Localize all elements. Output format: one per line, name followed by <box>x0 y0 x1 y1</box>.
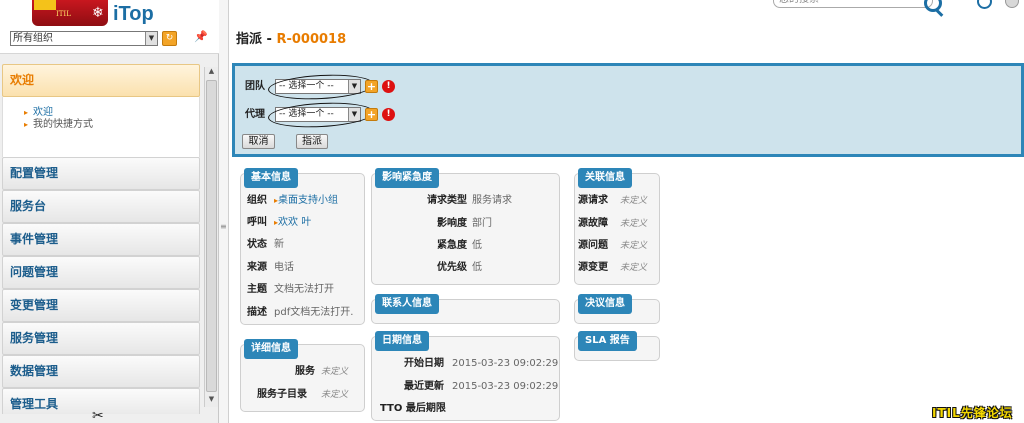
scroll-up-icon[interactable]: ▲ <box>205 67 218 79</box>
highlight-circle <box>267 72 375 102</box>
scroll-down-icon[interactable]: ▼ <box>205 395 218 407</box>
search-input[interactable]: 您的搜索 <box>773 0 933 8</box>
menu-item-welcome[interactable]: 欢迎 <box>24 107 199 119</box>
required-warning-icon: ! <box>382 80 395 93</box>
impact-header: 影响紧急度 <box>375 168 439 188</box>
grip-icon[interactable]: ≡ <box>220 222 227 231</box>
field-org: 组织桌面支持小组 <box>247 194 338 208</box>
logo-area: ITIL ❄ iTop <box>0 0 219 28</box>
org-select[interactable]: 所有组织 ▼ <box>10 31 158 46</box>
menu-config[interactable]: 配置管理 <box>2 157 200 190</box>
org-selector-row: 所有组织 ▼ ↻ 📌 <box>0 28 219 54</box>
field-origin: 来源 电话 <box>247 262 294 273</box>
forum-logo: ITIL ❄ <box>32 0 108 26</box>
sla-box: SLA 报告 <box>574 331 660 361</box>
pin-icon[interactable]: 📌 <box>193 30 209 46</box>
field-priority: 优先级低 <box>437 262 482 273</box>
field-subcategory: 服务子目录 未定义 <box>257 389 349 400</box>
welcome-submenu: 欢迎 我的快捷方式 <box>2 97 200 157</box>
highlight-circle <box>267 100 375 130</box>
menu-item-shortcuts[interactable]: 我的快捷方式 <box>24 119 199 131</box>
field-start-date: 开始日期 2015-03-23 09:02:29 <box>404 358 559 369</box>
user-icon[interactable] <box>1005 0 1019 8</box>
field-title: 主题 文档无法打开 <box>247 284 334 295</box>
resolution-box: 决议信息 <box>574 294 660 324</box>
menu-change[interactable]: 变更管理 <box>2 289 200 322</box>
related-box: 关联信息 源请求 未定义 源故障 未定义 源问题 未定义 源变更 未定义 <box>574 168 660 285</box>
refresh-icon[interactable]: ↻ <box>162 31 177 46</box>
page-title: 指派 - R-000018 <box>236 28 346 47</box>
field-urgency: 紧急度低 <box>437 240 482 251</box>
basic-info-header: 基本信息 <box>244 168 298 188</box>
dispatch-button[interactable]: 指派 <box>296 134 328 149</box>
org-select-value: 所有组织 <box>13 33 53 44</box>
agent-label: 代理 <box>245 109 265 120</box>
menu-data[interactable]: 数据管理 <box>2 355 200 388</box>
field-source-incident: 源故障 未定义 <box>578 218 648 229</box>
dates-box: 日期信息 开始日期 2015-03-23 09:02:29 最近更新 2015-03… <box>371 331 560 421</box>
chevron-down-icon[interactable]: ▼ <box>145 32 157 45</box>
field-tto-deadline: TTO 最后期限 <box>380 403 446 414</box>
menu-welcome[interactable]: 欢迎 <box>2 64 200 97</box>
sla-header: SLA 报告 <box>578 331 637 351</box>
impact-box: 影响紧急度 请求类型 服务请求 影响度 部门 紧急度低 优先级低 <box>371 168 560 285</box>
field-source-problem: 源问题 未定义 <box>578 240 648 251</box>
help-icon[interactable] <box>977 0 992 9</box>
contacts-box: 联系人信息 <box>371 294 560 324</box>
field-service: 服务 未定义 <box>295 366 349 377</box>
field-status: 状态新 <box>247 239 284 250</box>
bottom-logo-icon: ✂ <box>92 408 104 423</box>
menu-service[interactable]: 服务管理 <box>2 322 200 355</box>
menu-incident[interactable]: 事件管理 <box>2 223 200 256</box>
detail-info-box: 详细信息 服务 未定义 服务子目录 未定义 <box>240 339 365 412</box>
menu-problem[interactable]: 问题管理 <box>2 256 200 289</box>
field-last-update: 最近更新 2015-03-23 09:02:29 <box>404 381 559 392</box>
field-impact: 影响度 部门 <box>437 218 492 229</box>
dates-header: 日期信息 <box>375 331 429 351</box>
field-request-type: 请求类型 服务请求 <box>427 195 512 206</box>
add-agent-icon[interactable]: + <box>365 108 378 121</box>
dispatch-form: 团队 -- 选择一个 -- ▼ + ! 代理 -- 选择一个 -- ▼ + ! … <box>232 63 1024 157</box>
left-pane: ITIL❄ iTop 所有组织 ▼ ↻ 📌 欢迎 欢迎 我的快捷方式 配置管理 … <box>0 0 219 423</box>
related-header: 关联信息 <box>578 168 632 188</box>
watermark: ITIL先锋论坛 <box>932 406 1013 420</box>
menu-scrollbar[interactable]: ▲ ▼ <box>204 67 218 407</box>
main-menu: 欢迎 欢迎 我的快捷方式 配置管理 服务台 事件管理 问题管理 变更管理 服务管… <box>0 64 202 414</box>
team-label: 团队 <box>245 81 265 92</box>
field-source-change: 源变更 未定义 <box>578 262 648 273</box>
team-field: 团队 -- 选择一个 -- ▼ + ! <box>245 72 395 102</box>
page-title-prefix: 指派 - <box>236 32 277 47</box>
itop-logo: iTop <box>113 3 154 25</box>
field-description: 描述 pdf文档无法打开. <box>247 307 354 318</box>
detail-info-header: 详细信息 <box>244 339 298 359</box>
scroll-thumb[interactable] <box>206 80 217 392</box>
agent-field: 代理 -- 选择一个 -- ▼ + ! <box>245 100 395 130</box>
required-warning-icon: ! <box>382 108 395 121</box>
resolution-header: 决议信息 <box>578 294 632 314</box>
pane-splitter[interactable]: ≡ <box>219 0 229 423</box>
cancel-button[interactable]: 取消 <box>242 134 275 149</box>
add-team-icon[interactable]: + <box>365 80 378 93</box>
field-caller: 呼叫欢欢 叶 <box>247 216 311 230</box>
contacts-header: 联系人信息 <box>375 294 439 314</box>
page-title-ref: R-000018 <box>276 32 347 47</box>
search-icon[interactable] <box>924 0 942 12</box>
field-source-request: 源请求 未定义 <box>578 195 648 206</box>
menu-service-desk[interactable]: 服务台 <box>2 190 200 223</box>
basic-info-box: 基本信息 组织桌面支持小组 呼叫欢欢 叶 状态新 来源电话 主题文档无法打开 描… <box>240 168 365 325</box>
